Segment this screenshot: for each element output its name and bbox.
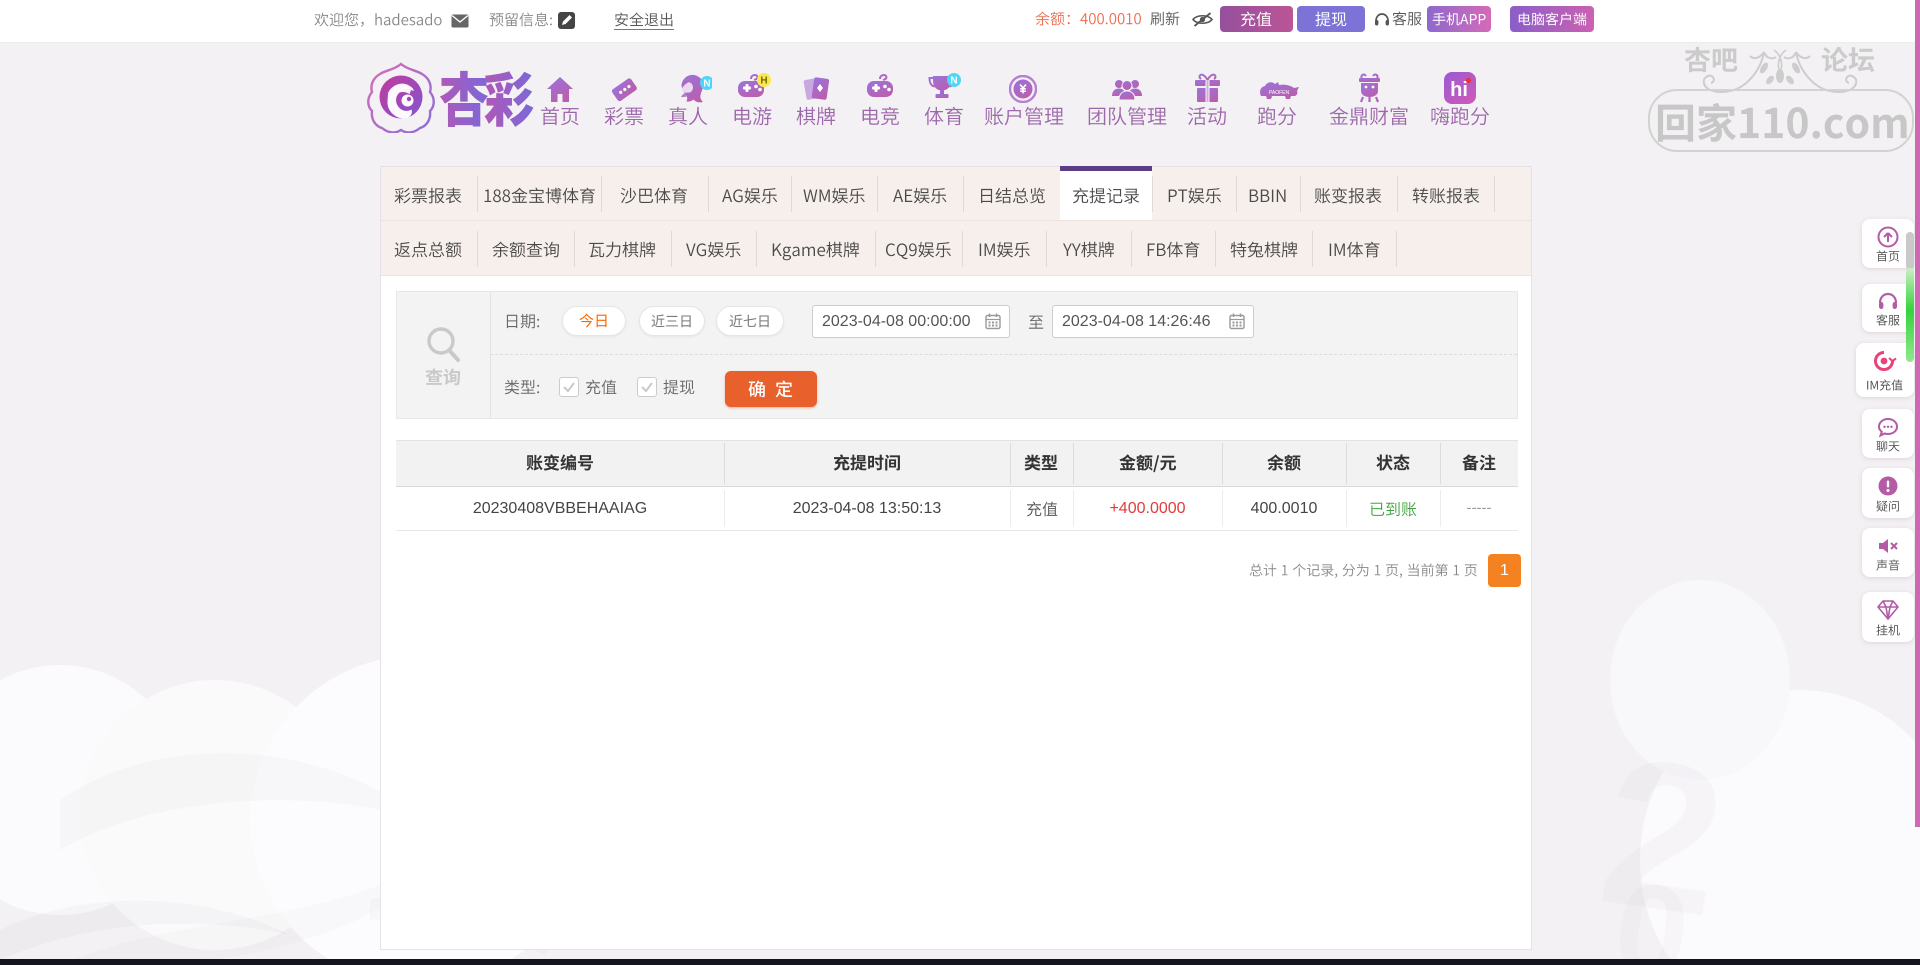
svg-text:PAOFEN: PAOFEN (1269, 90, 1290, 96)
svg-text:H: H (760, 76, 767, 87)
svg-text:N: N (703, 79, 710, 90)
svg-text:N: N (950, 76, 957, 87)
svg-text:hi: hi (1450, 79, 1468, 101)
